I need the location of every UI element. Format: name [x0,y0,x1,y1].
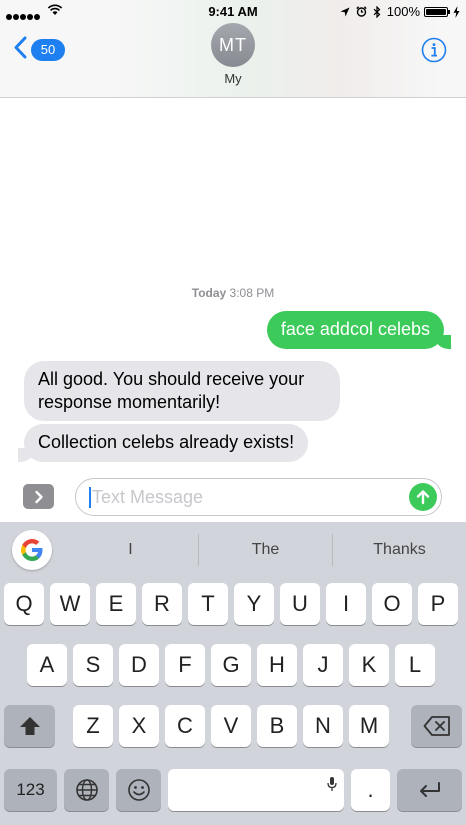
key-u[interactable]: U [280,583,320,625]
keyboard: I The Thanks Q W E R T Y U I O P A S D F… [0,522,466,825]
battery-icon [424,6,450,17]
location-arrow-icon [340,7,350,17]
key-z[interactable]: Z [73,705,113,747]
suggestion-bar: I The Thanks [0,522,466,578]
key-f[interactable]: F [165,644,205,686]
key-i[interactable]: I [326,583,366,625]
battery-percentage: 100% [386,4,420,19]
contact-name[interactable]: My [0,71,466,86]
key-p[interactable]: P [418,583,458,625]
message-timestamp: Today 3:08 PM [191,286,275,300]
back-button[interactable]: 50 [14,36,65,64]
key-j[interactable]: J [303,644,343,686]
unread-count-badge: 50 [31,39,65,61]
suggestion-1[interactable]: I [64,522,197,578]
key-y[interactable]: Y [234,583,274,625]
app-drawer-button[interactable] [23,484,54,509]
conversation-header: 9:41 AM 100% 50 MT My [0,0,466,98]
key-a[interactable]: A [27,644,67,686]
charging-bolt-icon [453,5,460,18]
key-h[interactable]: H [257,644,297,686]
key-q[interactable]: Q [4,583,44,625]
key-e[interactable]: E [96,583,136,625]
suggestion-3[interactable]: Thanks [333,522,466,578]
return-key[interactable] [397,769,462,811]
key-r[interactable]: R [142,583,182,625]
key-n[interactable]: N [303,705,343,747]
alarm-clock-icon [356,6,367,17]
contact-avatar[interactable]: MT [211,23,255,67]
globe-key[interactable] [64,769,109,811]
google-logo-icon [19,537,45,563]
emoji-key[interactable] [116,769,161,811]
messages-screen: 9:41 AM 100% 50 MT My Today 3:08 PM face… [0,0,466,825]
send-button[interactable] [409,483,437,511]
key-m[interactable]: M [349,705,389,747]
chevron-left-icon [14,36,27,64]
key-x[interactable]: X [119,705,159,747]
key-s[interactable]: S [73,644,113,686]
key-g[interactable]: G [211,644,251,686]
google-button[interactable] [12,530,52,570]
info-button[interactable] [421,37,447,68]
delete-key[interactable] [411,705,462,747]
incoming-message[interactable]: All good. You should receive your respon… [24,361,340,421]
backspace-icon [423,705,451,747]
emoji-icon [127,769,151,811]
key-b[interactable]: B [257,705,297,747]
arrow-up-icon [416,489,430,505]
info-icon [421,37,447,67]
shift-icon [19,705,41,747]
key-c[interactable]: C [165,705,205,747]
numbers-key[interactable]: 123 [4,769,57,811]
status-bar: 9:41 AM 100% [0,0,466,24]
key-d[interactable]: D [119,644,159,686]
chevron-right-icon [34,490,44,504]
incoming-message[interactable]: Collection celebs already exists! [17,424,309,462]
outgoing-message[interactable]: face addcol celebs [266,311,452,349]
bluetooth-icon [373,5,381,18]
text-cursor [89,487,91,508]
space-key[interactable] [168,769,344,811]
key-w[interactable]: W [50,583,90,625]
key-t[interactable]: T [188,583,228,625]
message-input[interactable]: Text Message [75,478,442,516]
period-key[interactable]: . [351,769,390,811]
suggestion-2[interactable]: The [199,522,332,578]
key-k[interactable]: K [349,644,389,686]
return-icon [418,769,442,811]
microphone-icon [327,763,337,805]
message-placeholder: Text Message [92,487,204,507]
key-o[interactable]: O [372,583,412,625]
key-l[interactable]: L [395,644,435,686]
globe-icon [75,769,99,811]
shift-key[interactable] [4,705,55,747]
key-v[interactable]: V [211,705,251,747]
